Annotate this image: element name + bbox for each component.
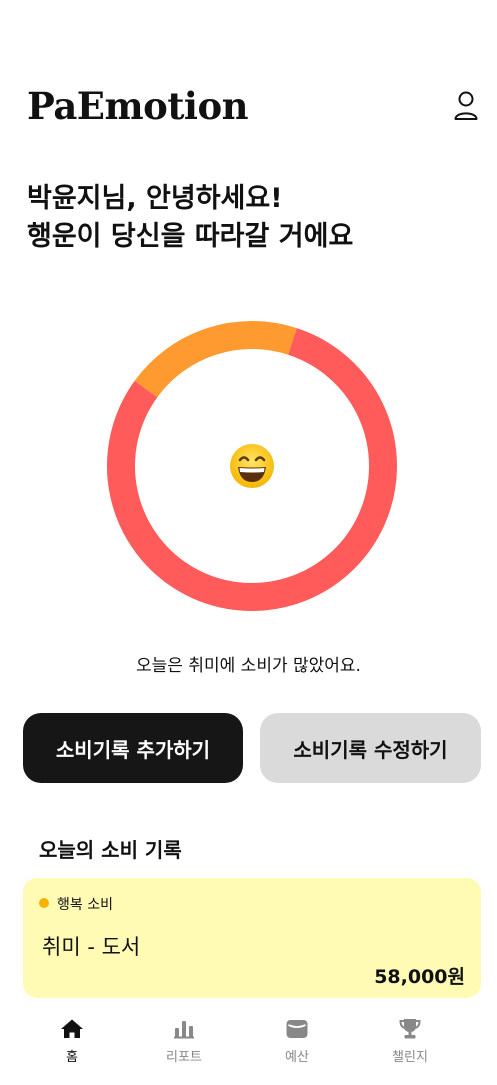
tab-budget-label: 예산 bbox=[285, 1050, 309, 1065]
greeting-message: 박윤지님, 안녕하세요! 행운이 당신을 따라갈 거에요 bbox=[27, 180, 353, 256]
grinning-face-emoji-icon bbox=[230, 444, 274, 488]
app-header: PaEmotion bbox=[27, 82, 479, 132]
trophy-icon bbox=[399, 1019, 421, 1039]
spending-summary-text: 오늘은 취미에 소비가 많았어요. bbox=[136, 656, 361, 676]
tab-report[interactable]: 리포트 bbox=[139, 1010, 229, 1074]
edit-spending-record-button[interactable]: 소비기록 수정하기 bbox=[260, 713, 481, 783]
record-title: 취미 - 도서 bbox=[42, 935, 141, 959]
home-icon bbox=[61, 1019, 83, 1038]
tab-challenge[interactable]: 챌린지 bbox=[365, 1010, 455, 1074]
today-records-title: 오늘의 소비 기록 bbox=[39, 838, 182, 862]
home-screen: PaEmotion 박윤지님, 안녕하세요! 행운이 당신을 따라갈 거에요 오… bbox=[0, 0, 497, 1085]
record-tag-dot bbox=[39, 898, 49, 908]
emotion-donut-chart bbox=[106, 320, 398, 612]
greeting-line-2: 행운이 당신을 따라갈 거에요 bbox=[27, 221, 354, 252]
greeting-line-1: 박윤지님, 안녕하세요! bbox=[27, 183, 283, 214]
donut-segment-1 bbox=[134, 321, 297, 398]
tab-report-label: 리포트 bbox=[166, 1050, 202, 1065]
wallet-icon bbox=[286, 1020, 308, 1038]
bar-chart-icon bbox=[174, 1021, 194, 1039]
add-spending-record-button[interactable]: 소비기록 추가하기 bbox=[23, 713, 243, 783]
bottom-tab-bar: 홈 리포트 예산 챌린지 bbox=[0, 1010, 497, 1080]
tab-home[interactable]: 홈 bbox=[27, 1010, 117, 1074]
user-icon bbox=[454, 91, 478, 120]
record-amount: 58,000원 bbox=[374, 966, 465, 988]
tab-challenge-label: 챌린지 bbox=[392, 1050, 428, 1065]
spending-record-card[interactable]: 행복 소비 취미 - 도서 58,000원 bbox=[23, 878, 481, 998]
profile-button[interactable] bbox=[453, 90, 479, 122]
tab-budget[interactable]: 예산 bbox=[252, 1010, 342, 1074]
app-logo: PaEmotion bbox=[27, 84, 249, 128]
record-tag-label: 행복 소비 bbox=[57, 897, 113, 913]
tab-home-label: 홈 bbox=[66, 1050, 78, 1065]
